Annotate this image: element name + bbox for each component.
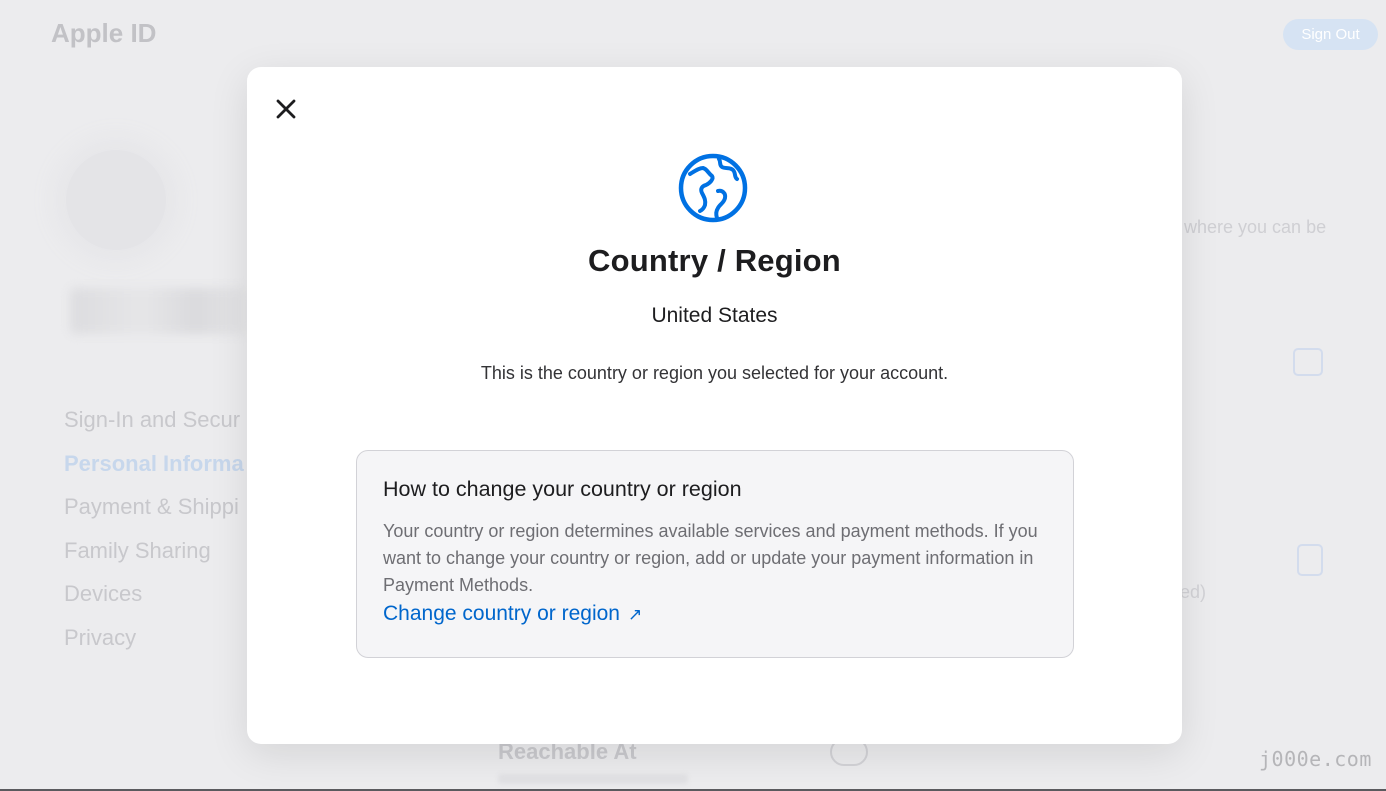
dialog-title: Country / Region xyxy=(588,243,841,278)
sidebar-item-payment-shipping[interactable]: Payment & Shippi xyxy=(64,491,244,535)
watermark: j000e.com xyxy=(1259,747,1372,771)
sidebar-item-personal-information[interactable]: Personal Informa xyxy=(64,448,244,492)
change-country-link-label: Change country or region xyxy=(383,602,620,625)
country-region-dialog: Country / Region United States This is t… xyxy=(247,67,1182,744)
globe-icon xyxy=(678,153,748,223)
change-country-info-box: How to change your country or region You… xyxy=(356,450,1074,658)
sidebar-item-family-sharing[interactable]: Family Sharing xyxy=(64,535,244,579)
calendar-card-icon xyxy=(1293,348,1323,376)
sign-out-button[interactable]: Sign Out xyxy=(1283,19,1378,50)
sidebar-nav: Sign-In and Secur Personal Informa Payme… xyxy=(64,404,244,665)
background-fragment-text: ed) xyxy=(1180,582,1207,602)
change-country-link[interactable]: Change country or region ↗ xyxy=(383,602,642,626)
document-card-icon xyxy=(1297,544,1323,576)
close-button[interactable] xyxy=(269,92,303,126)
info-body-text: Your country or region determines availa… xyxy=(383,521,1038,595)
close-icon xyxy=(276,99,296,119)
sidebar-item-devices[interactable]: Devices xyxy=(64,578,244,622)
dialog-description: This is the country or region you select… xyxy=(480,363,949,383)
app-title: Apple ID xyxy=(51,18,157,48)
sidebar-item-sign-in-security[interactable]: Sign-In and Secur xyxy=(64,404,244,448)
selected-country-value: United States xyxy=(651,304,778,327)
reachable-at-subtext-blurred xyxy=(498,774,688,784)
background-description-text: where you can be xyxy=(1184,217,1327,237)
external-arrow-icon: ↗ xyxy=(627,605,643,624)
avatar xyxy=(66,150,166,250)
sidebar-item-privacy[interactable]: Privacy xyxy=(64,622,244,666)
account-name-blurred xyxy=(70,288,250,334)
info-heading: How to change your country or region xyxy=(383,477,742,501)
